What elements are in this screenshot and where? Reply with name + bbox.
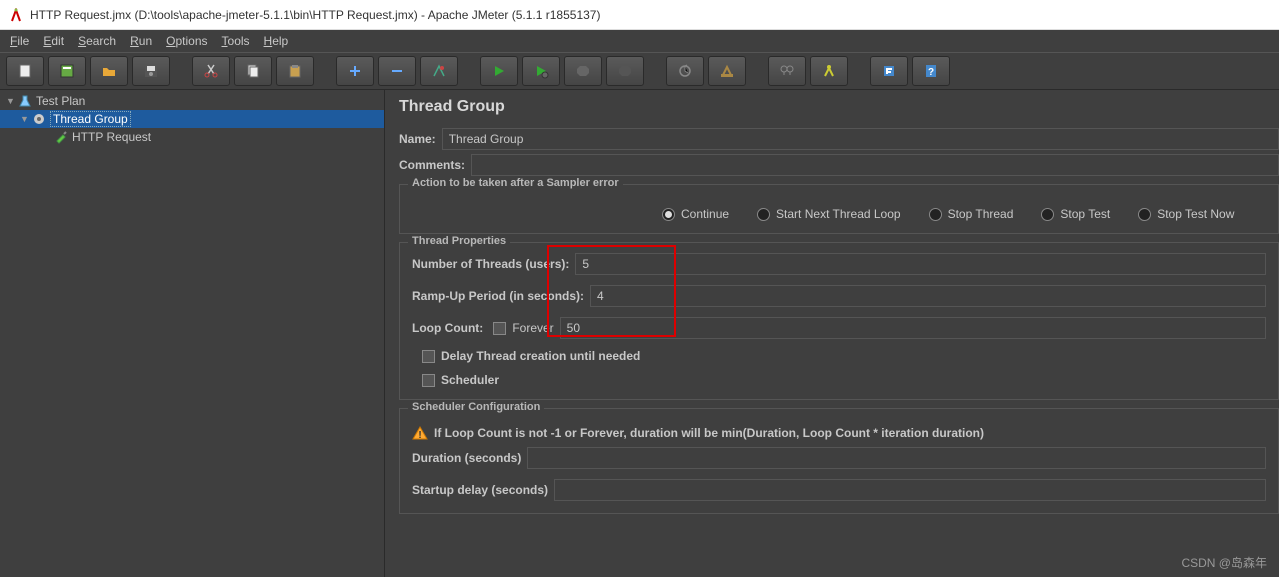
- about-button[interactable]: ?: [912, 56, 950, 86]
- function-helper-button[interactable]: [810, 56, 848, 86]
- delay-thread-checkbox[interactable]: [422, 350, 435, 363]
- window-titlebar: HTTP Request.jmx (D:\tools\apache-jmeter…: [0, 0, 1279, 30]
- open-button[interactable]: [90, 56, 128, 86]
- radio-icon: [662, 208, 675, 221]
- main-panel: Thread Group Name: Comments: Action to b…: [385, 90, 1279, 577]
- loop-count-input[interactable]: [560, 317, 1266, 339]
- flask-icon: [16, 93, 34, 109]
- sampler-error-fieldset: Action to be taken after a Sampler error…: [399, 184, 1279, 234]
- tree-arrow-icon[interactable]: ▼: [6, 96, 16, 106]
- panel-title: Thread Group: [399, 98, 1279, 116]
- menu-tools[interactable]: Tools: [216, 32, 256, 50]
- name-input[interactable]: [442, 128, 1279, 150]
- window-title: HTTP Request.jmx (D:\tools\apache-jmeter…: [30, 8, 600, 22]
- menu-file[interactable]: File: [4, 32, 35, 50]
- delay-thread-label: Delay Thread creation until needed: [441, 349, 640, 363]
- svg-text:?: ?: [928, 67, 934, 78]
- menu-search[interactable]: Search: [72, 32, 122, 50]
- scheduler-hint: If Loop Count is not -1 or Forever, dura…: [434, 426, 984, 440]
- tree-http-request[interactable]: HTTP Request: [0, 128, 384, 146]
- scheduler-config-fieldset: Scheduler Configuration ! If Loop Count …: [399, 408, 1279, 514]
- menu-run[interactable]: Run: [124, 32, 158, 50]
- startup-delay-label: Startup delay (seconds): [412, 483, 548, 497]
- app-icon: [8, 7, 24, 23]
- clear-button[interactable]: [666, 56, 704, 86]
- comments-label: Comments:: [399, 158, 465, 172]
- sampler-error-legend: Action to be taken after a Sampler error: [408, 177, 623, 189]
- expand-button[interactable]: [336, 56, 374, 86]
- radio-continue[interactable]: Continue: [662, 207, 729, 221]
- thread-properties-legend: Thread Properties: [408, 235, 510, 247]
- radio-icon: [1138, 208, 1151, 221]
- tree-test-plan[interactable]: ▼ Test Plan: [0, 92, 384, 110]
- shutdown-button[interactable]: [606, 56, 644, 86]
- start-no-timers-button[interactable]: [522, 56, 560, 86]
- radio-icon: [1041, 208, 1054, 221]
- radio-icon: [929, 208, 942, 221]
- gear-icon: [30, 111, 48, 127]
- scheduler-config-legend: Scheduler Configuration: [408, 401, 544, 413]
- ramp-up-label: Ramp-Up Period (in seconds):: [412, 289, 584, 303]
- pipette-icon: [52, 129, 70, 145]
- warning-icon: !: [412, 425, 428, 441]
- radio-stop-test-now[interactable]: Stop Test Now: [1138, 207, 1234, 221]
- help-button[interactable]: [870, 56, 908, 86]
- comments-input[interactable]: [471, 154, 1279, 176]
- menu-edit[interactable]: Edit: [37, 32, 70, 50]
- loop-count-label: Loop Count:: [412, 321, 483, 335]
- search-tree-button[interactable]: [768, 56, 806, 86]
- start-button[interactable]: [480, 56, 518, 86]
- menubar: File Edit Search Run Options Tools Help: [0, 30, 1279, 52]
- watermark: CSDN @岛森年: [1181, 554, 1267, 571]
- duration-label: Duration (seconds): [412, 451, 521, 465]
- tree-thread-group[interactable]: ▼ Thread Group: [0, 110, 384, 128]
- forever-label: Forever: [512, 321, 553, 335]
- clear-all-button[interactable]: [708, 56, 746, 86]
- collapse-button[interactable]: [378, 56, 416, 86]
- scheduler-label: Scheduler: [441, 373, 499, 387]
- tree-arrow-icon[interactable]: ▼: [20, 114, 30, 124]
- tree-sidebar: ▼ Test Plan ▼ Thread Group HTTP Request: [0, 90, 385, 577]
- name-label: Name:: [399, 132, 436, 146]
- num-threads-label: Number of Threads (users):: [412, 257, 569, 271]
- radio-icon: [757, 208, 770, 221]
- paste-button[interactable]: [276, 56, 314, 86]
- copy-button[interactable]: [234, 56, 272, 86]
- startup-delay-input[interactable]: [554, 479, 1266, 501]
- num-threads-input[interactable]: [575, 253, 1266, 275]
- stop-button[interactable]: [564, 56, 602, 86]
- svg-text:!: !: [418, 430, 421, 441]
- thread-properties-fieldset: Thread Properties Number of Threads (use…: [399, 242, 1279, 400]
- new-button[interactable]: [6, 56, 44, 86]
- scheduler-checkbox[interactable]: [422, 374, 435, 387]
- menu-options[interactable]: Options: [160, 32, 213, 50]
- ramp-up-input[interactable]: [590, 285, 1266, 307]
- forever-checkbox[interactable]: [493, 322, 506, 335]
- toolbar: ?: [0, 52, 1279, 90]
- radio-stop-test[interactable]: Stop Test: [1041, 207, 1110, 221]
- menu-help[interactable]: Help: [258, 32, 295, 50]
- toggle-button[interactable]: [420, 56, 458, 86]
- duration-input[interactable]: [527, 447, 1266, 469]
- save-button[interactable]: [132, 56, 170, 86]
- radio-start-next[interactable]: Start Next Thread Loop: [757, 207, 901, 221]
- templates-button[interactable]: [48, 56, 86, 86]
- radio-stop-thread[interactable]: Stop Thread: [929, 207, 1014, 221]
- cut-button[interactable]: [192, 56, 230, 86]
